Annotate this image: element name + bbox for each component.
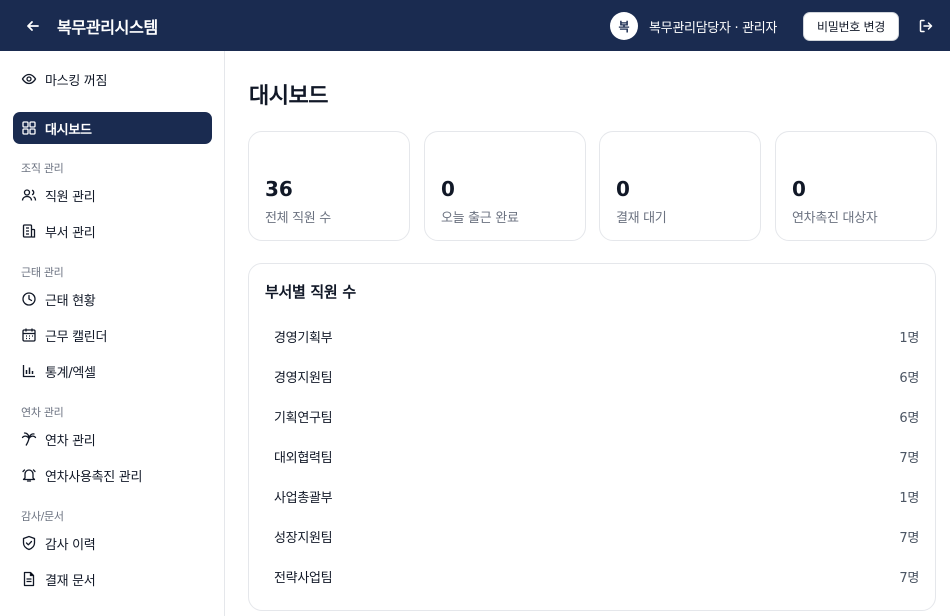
section-title-audit: 감사/문서 xyxy=(21,510,64,523)
list-item: 기획연구팀 6명 xyxy=(257,396,927,436)
department-count: 6명 xyxy=(899,411,919,426)
stat-card-pending-approval: 0 결재 대기 xyxy=(599,131,761,241)
user-name-role: 복무관리담당자 · 관리자 xyxy=(649,21,778,36)
department-count: 7명 xyxy=(899,571,919,586)
sidebar-item-employees[interactable]: 직원 관리 xyxy=(13,179,212,211)
stat-label: 오늘 출근 완료 xyxy=(441,211,519,226)
sidebar-item-label: 감사 이력 xyxy=(45,537,96,553)
stat-value: 0 xyxy=(792,177,806,201)
stat-card-leave-promotion-targets: 0 연차촉진 대상자 xyxy=(775,131,937,241)
masking-toggle[interactable]: 마스킹 꺼짐 xyxy=(13,63,212,95)
section-title-leave: 연차 관리 xyxy=(21,406,64,419)
department-name: 대외협력팀 xyxy=(274,451,333,466)
calendar-icon xyxy=(21,327,37,343)
sidebar-item-attendance-status[interactable]: 근태 현황 xyxy=(13,283,212,315)
bell-icon xyxy=(21,467,37,483)
clock-icon xyxy=(21,291,37,307)
sidebar-item-label: 통계/엑셀 xyxy=(45,365,96,381)
department-count: 6명 xyxy=(899,371,919,386)
palm-tree-icon xyxy=(21,431,37,447)
shield-check-icon xyxy=(21,535,37,551)
bar-chart-icon xyxy=(21,363,37,379)
avatar: 복 xyxy=(610,12,638,40)
back-arrow-icon[interactable] xyxy=(22,15,44,37)
sidebar-item-departments[interactable]: 부서 관리 xyxy=(13,215,212,247)
department-name: 성장지원팀 xyxy=(274,531,333,546)
stat-label: 전체 직원 수 xyxy=(265,211,331,226)
list-item: 대외협력팀 7명 xyxy=(257,436,927,476)
department-count: 1명 xyxy=(899,491,919,506)
main-content: 대시보드 36 전체 직원 수 0 오늘 출근 완료 0 결재 대기 0 연차촉… xyxy=(225,51,950,616)
page-title: 대시보드 xyxy=(249,84,328,109)
top-bar: 복무관리시스템 복 복무관리담당자 · 관리자 비밀번호 변경 xyxy=(0,0,950,51)
masking-label: 마스킹 꺼짐 xyxy=(45,73,108,89)
sidebar-item-label: 근태 현황 xyxy=(45,293,96,309)
sidebar-item-label: 직원 관리 xyxy=(45,189,96,205)
grid-icon xyxy=(21,120,37,136)
sidebar: 마스킹 꺼짐 대시보드 조직 관리 직원 관리 부서 관리 근태 관리 근태 현… xyxy=(0,51,225,616)
panel-title: 부서별 직원 수 xyxy=(265,283,356,301)
eye-icon xyxy=(21,71,37,87)
department-name: 기획연구팀 xyxy=(274,411,333,426)
sidebar-item-label: 근무 캘린더 xyxy=(45,329,108,345)
department-name: 사업총괄부 xyxy=(274,491,333,506)
sidebar-item-audit-log[interactable]: 감사 이력 xyxy=(13,527,212,559)
sidebar-item-calendar[interactable]: 근무 캘린더 xyxy=(13,319,212,351)
sidebar-item-dashboard[interactable]: 대시보드 xyxy=(13,112,212,144)
users-icon xyxy=(21,187,37,203)
list-item: 전략사업팀 7명 xyxy=(257,556,927,596)
department-name: 전략사업팀 xyxy=(274,571,333,586)
stat-card-checked-in-today: 0 오늘 출근 완료 xyxy=(424,131,586,241)
sidebar-item-label: 결재 문서 xyxy=(45,573,96,589)
sidebar-item-label: 연차 관리 xyxy=(45,433,96,449)
stat-label: 결재 대기 xyxy=(616,211,667,226)
sidebar-item-stats[interactable]: 통계/엑셀 xyxy=(13,355,212,387)
sidebar-item-label: 부서 관리 xyxy=(45,225,96,241)
section-title-org: 조직 관리 xyxy=(21,162,64,175)
section-title-attendance: 근태 관리 xyxy=(21,266,64,279)
department-headcount-panel: 부서별 직원 수 경영기획부 1명 경영지원팀 6명 기획연구팀 6명 대외협력… xyxy=(248,263,936,611)
department-count: 1명 xyxy=(899,331,919,346)
stat-value: 36 xyxy=(265,177,293,201)
sidebar-item-leave-promotion[interactable]: 연차사용촉진 관리 xyxy=(13,459,212,491)
department-name: 경영기획부 xyxy=(274,331,333,346)
app-title: 복무관리시스템 xyxy=(57,18,158,37)
stat-value: 0 xyxy=(616,177,630,201)
sidebar-item-label: 대시보드 xyxy=(45,122,92,138)
list-item: 사업총괄부 1명 xyxy=(257,476,927,516)
stat-label: 연차촉진 대상자 xyxy=(792,211,878,226)
change-password-button[interactable]: 비밀번호 변경 xyxy=(803,12,899,41)
list-item: 경영지원팀 6명 xyxy=(257,356,927,396)
stat-card-total-employees: 36 전체 직원 수 xyxy=(248,131,410,241)
department-name: 경영지원팀 xyxy=(274,371,333,386)
stat-value: 0 xyxy=(441,177,455,201)
list-item: 경영기획부 1명 xyxy=(257,316,927,356)
sidebar-item-approval-docs[interactable]: 결재 문서 xyxy=(13,563,212,595)
building-icon xyxy=(21,223,37,239)
logout-icon[interactable] xyxy=(916,16,936,36)
sidebar-item-leave[interactable]: 연차 관리 xyxy=(13,423,212,455)
department-count: 7명 xyxy=(899,451,919,466)
document-icon xyxy=(21,571,37,587)
department-count: 7명 xyxy=(899,531,919,546)
sidebar-item-label: 연차사용촉진 관리 xyxy=(45,469,143,485)
list-item: 성장지원팀 7명 xyxy=(257,516,927,556)
